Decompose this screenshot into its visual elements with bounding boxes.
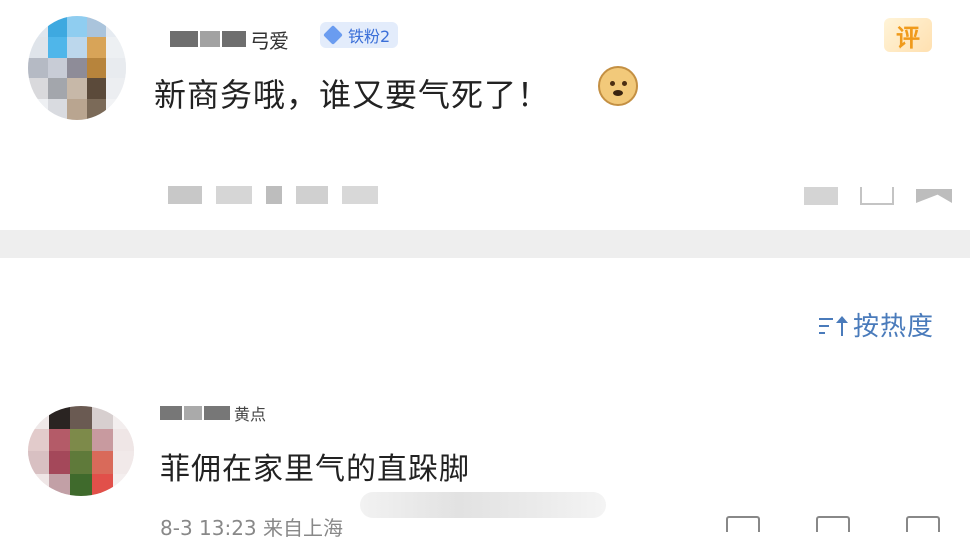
- reply-icon[interactable]: [816, 516, 850, 532]
- fan-badge-label: 铁粉2: [348, 27, 391, 46]
- like-icon[interactable]: [906, 516, 940, 532]
- fan-badge[interactable]: 铁粉2: [320, 22, 399, 48]
- post-author-name[interactable]: 弓爱: [170, 28, 310, 53]
- comment-blurred-region: [360, 492, 606, 518]
- reply-icon[interactable]: [860, 187, 894, 205]
- post-text: 新商务哦，谁又要气死了！: [154, 76, 551, 114]
- post-author-name-text: 弓爱: [250, 28, 289, 53]
- like-icon[interactable]: [916, 189, 952, 203]
- comment-author-name-text: 黄点: [234, 405, 267, 424]
- comment-meta: 8-3 13:23 来自上海: [160, 516, 344, 540]
- comment-author-avatar[interactable]: [28, 406, 134, 496]
- sort-icon: [818, 312, 848, 338]
- share-icon[interactable]: [804, 187, 838, 205]
- comment-tag-icon[interactable]: 评: [884, 18, 932, 52]
- post-actions: [804, 186, 952, 206]
- share-icon[interactable]: [726, 516, 760, 532]
- comment-actions: [726, 516, 940, 532]
- sort-by-heat-button[interactable]: 按热度: [818, 306, 934, 343]
- diamond-icon: [323, 25, 343, 45]
- comment-text: 菲佣在家里气的直跺脚: [160, 452, 470, 487]
- doge-emoji-icon: [598, 66, 638, 106]
- post-meta-blurred: [168, 186, 378, 204]
- post-author-avatar[interactable]: [28, 16, 126, 120]
- section-divider: [0, 230, 970, 258]
- sort-label: 按热度: [852, 312, 934, 342]
- comment-author-name[interactable]: 黄点: [160, 404, 267, 424]
